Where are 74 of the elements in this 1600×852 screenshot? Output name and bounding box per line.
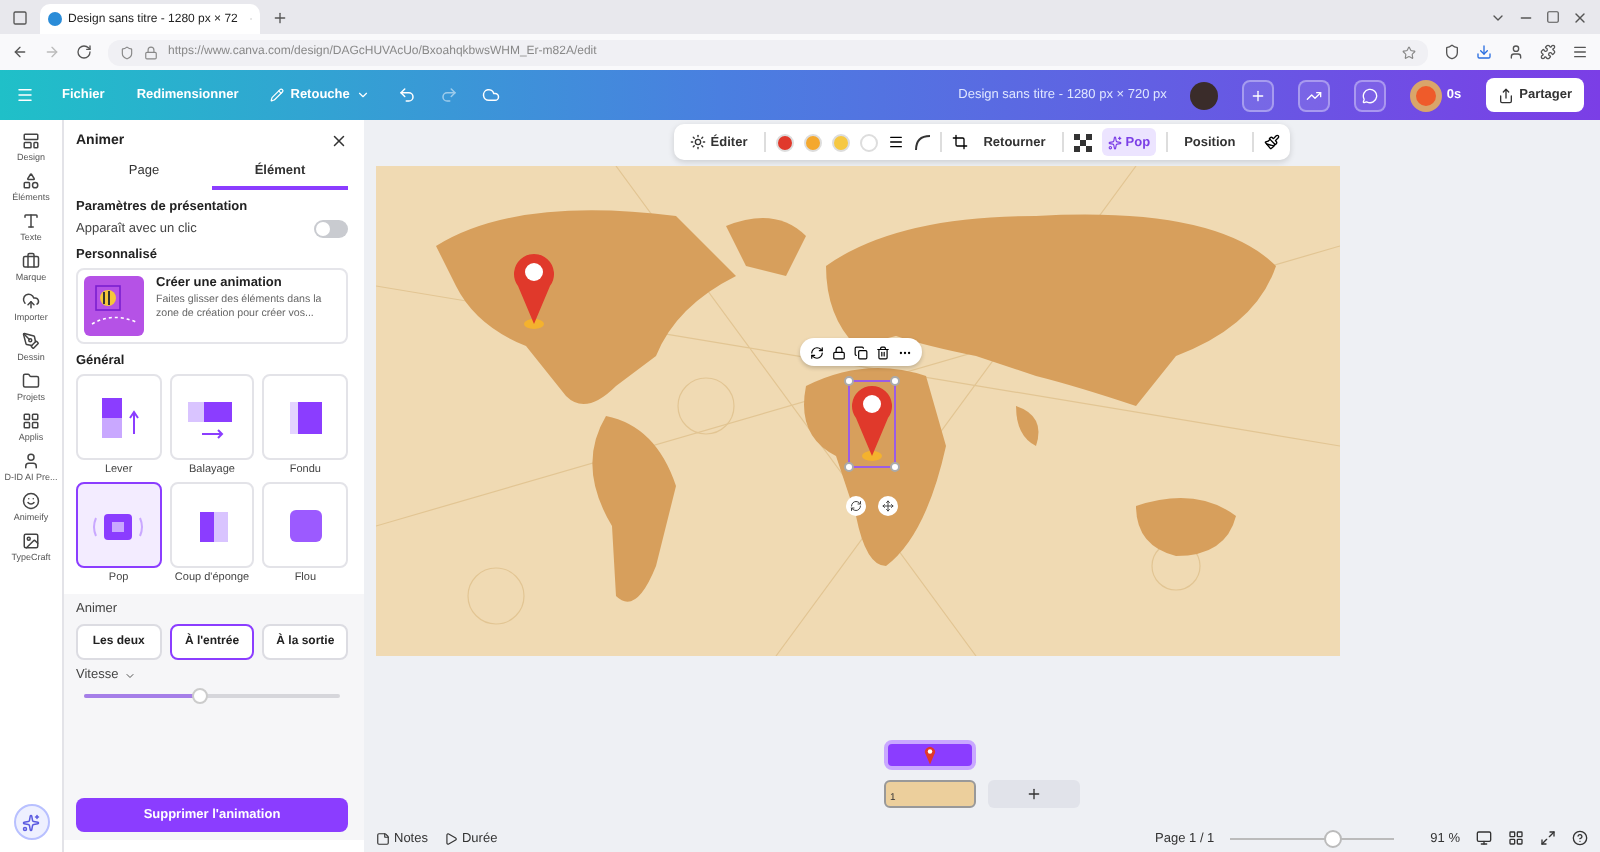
undo-icon[interactable] [397,86,416,104]
sidebar-icon [22,452,40,470]
maximize-icon[interactable] [1546,10,1560,24]
sidebar-icon [22,292,40,310]
rotate-icon [850,500,862,512]
sidebar-icon [22,132,40,150]
chart-icon [1306,87,1323,103]
sun-icon [690,134,707,150]
sidebar-icon [22,332,40,350]
color-swatch[interactable] [859,133,878,151]
color-swatch[interactable] [831,133,850,151]
corner-rounding-icon[interactable] [913,134,930,150]
toggle-switch[interactable] [314,220,348,238]
bee-illustration [84,276,144,336]
new-tab-icon[interactable] [272,9,288,25]
close-icon[interactable] [330,132,348,150]
menu-icon[interactable] [1572,44,1588,60]
help-icon[interactable] [1572,830,1588,846]
paint-roller-icon[interactable] [1263,134,1280,150]
share-icon [1497,87,1514,103]
sparkle-icon [22,813,40,831]
tab-overview-icon[interactable] [12,9,28,25]
map-pin [850,382,894,462]
bookmark-icon[interactable] [1402,45,1416,59]
lock-icon[interactable] [832,345,846,359]
add-button[interactable] [1242,79,1275,111]
comment-icon [1362,87,1379,103]
sidebar-icon [22,372,40,390]
border-style-icon[interactable] [887,134,904,150]
delete-icon[interactable] [876,345,890,359]
pencil-icon [270,88,285,102]
plus-icon [1250,87,1267,103]
sidebar-icon [22,212,40,230]
notes-icon [376,831,390,845]
plus-icon [1026,786,1042,802]
insights-button[interactable] [1298,79,1331,111]
sidebar-icon [22,172,40,190]
close-icon[interactable] [1572,9,1588,25]
crop-icon[interactable] [951,134,968,150]
sidebar-icon [22,492,40,510]
shield-icon [120,45,134,59]
sidebar-icon [22,252,40,270]
slider-thumb[interactable] [191,688,208,704]
magic-button[interactable] [13,804,49,840]
download-icon[interactable] [1476,44,1492,60]
sidebar-icon [22,532,40,550]
chevron-icon [355,88,370,102]
transparency-icon[interactable] [1073,133,1092,151]
account-icon[interactable] [1508,44,1524,60]
refresh-icon[interactable] [810,345,824,359]
monitor-icon[interactable] [1476,830,1492,846]
play-icon [443,831,458,845]
animation-clip[interactable] [884,740,976,770]
site-icon [48,12,62,26]
lock-icon [144,45,158,59]
animation-option[interactable] [76,482,162,568]
color-swatch[interactable] [803,133,822,151]
color-swatch[interactable] [775,133,794,151]
grid-view-icon[interactable] [1508,830,1524,846]
back-icon[interactable] [12,44,28,60]
zoom-thumb[interactable] [1324,829,1342,847]
sidebar-icon [22,412,40,430]
pin-icon [924,745,936,765]
extensions-icon[interactable] [1540,44,1556,60]
avatar[interactable] [1190,81,1219,109]
move-icon [882,500,894,512]
record-button[interactable] [1410,79,1443,111]
map-pin [512,250,556,330]
cloud-icon[interactable] [481,86,500,104]
comment-button[interactable] [1354,79,1387,111]
duplicate-icon[interactable] [854,345,868,359]
reload-icon[interactable] [76,44,92,60]
sparkle-icon [1107,135,1122,149]
fullscreen-icon[interactable] [1540,830,1556,846]
